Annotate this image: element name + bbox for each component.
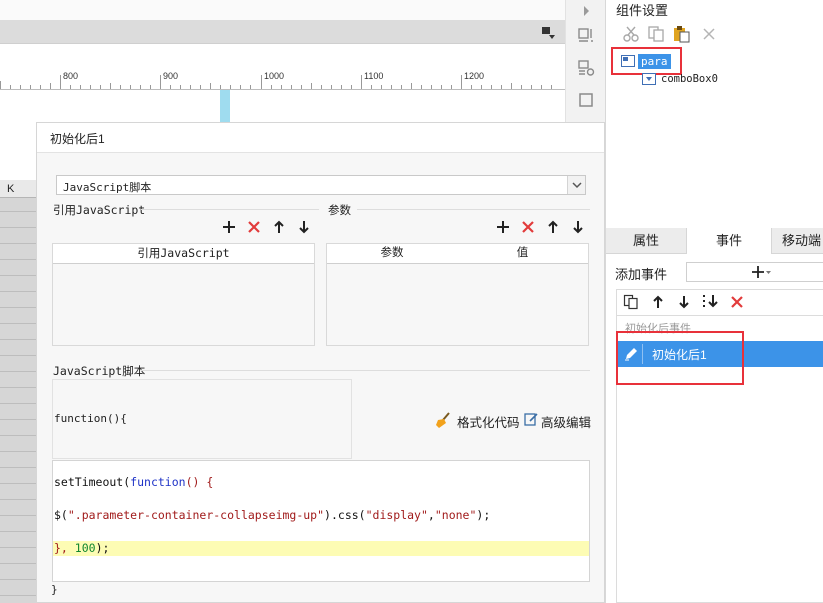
params-divider [357, 209, 590, 210]
plus-icon[interactable] [495, 219, 511, 235]
script-section-label: JavaScript脚本 [53, 364, 146, 378]
dialog-title: 初始化后1 [50, 132, 105, 146]
arrow-up-icon[interactable] [650, 294, 666, 310]
event-editor-dialog: 初始化后1 JavaScript脚本 引用JavaScript 引用JavaSc… [36, 122, 605, 603]
ref-js-divider [141, 209, 319, 210]
arrow-up-icon[interactable] [271, 219, 287, 235]
script-divider [141, 370, 590, 371]
format-code-button[interactable]: 格式化代码 [457, 412, 520, 431]
current-line-highlight [53, 541, 589, 556]
event-toolbar [616, 289, 823, 315]
script-type-select[interactable]: JavaScript脚本 [56, 175, 586, 195]
arrow-down-icon[interactable] [570, 219, 586, 235]
component-settings-panel: 组件设置 para comboBox0 属性 事件 移动端 添加事件 初始化后事… [605, 0, 823, 603]
move-to-bottom-icon[interactable] [702, 293, 720, 311]
designer-toolbar-strip [0, 20, 565, 44]
delete-icon[interactable] [729, 294, 745, 310]
ruler-label-1200: 1200 [464, 71, 485, 81]
ruler-label-1000: 1000 [264, 71, 285, 81]
value-column-header: 值 [457, 244, 588, 264]
tree-node-combobox[interactable]: comboBox0 [661, 73, 718, 85]
broom-icon[interactable] [435, 411, 453, 429]
plus-icon[interactable] [221, 219, 237, 235]
horizontal-ruler: 800 900 1000 1100 1200 [0, 70, 565, 90]
params-table: 参数 值 [326, 243, 589, 346]
copy-icon[interactable] [623, 294, 639, 310]
arrow-down-icon[interactable] [676, 294, 692, 310]
highlight-box-event [616, 331, 744, 385]
dropdown-menu-icon[interactable] [540, 24, 556, 40]
designer-top-area [0, 0, 565, 20]
report-grid-column [0, 180, 36, 603]
code-line-1: setTimeout(function() { [54, 475, 214, 489]
panel-title: 组件设置 [616, 3, 669, 18]
function-close: } [51, 583, 58, 596]
ref-js-label: 引用JavaScript [53, 203, 146, 217]
chevron-down-icon[interactable] [567, 176, 585, 194]
tab-properties[interactable]: 属性 [606, 228, 686, 254]
collapse-arrow-icon[interactable] [577, 2, 595, 20]
add-event-label: 添加事件 [615, 267, 668, 282]
arrow-up-icon[interactable] [545, 219, 561, 235]
layout-grid-icon[interactable] [577, 27, 595, 45]
widget-settings-icon[interactable] [577, 59, 595, 77]
function-signature: function(){ [54, 412, 127, 425]
frame-icon[interactable] [577, 91, 595, 109]
delete-icon[interactable] [520, 219, 536, 235]
tab-mobile[interactable]: 移动端 [782, 228, 823, 254]
ref-js-column-header: 引用JavaScript [53, 244, 314, 264]
delete-icon[interactable] [246, 219, 262, 235]
code-line-3: }, 100); [54, 541, 110, 555]
paste-icon[interactable] [672, 25, 690, 43]
plus-dropdown-icon [751, 264, 773, 280]
ruler-label-800: 800 [63, 71, 79, 81]
params-column-header: 参数 [327, 244, 458, 264]
advanced-edit-button[interactable]: 高级编辑 [541, 412, 591, 431]
add-event-select[interactable] [686, 262, 823, 282]
canvas-blank [0, 122, 36, 180]
ref-js-table: 引用JavaScript [52, 243, 315, 346]
edit-icon[interactable] [523, 411, 539, 427]
params-label: 参数 [328, 205, 351, 217]
ruler-label-1100: 1100 [364, 71, 384, 81]
code-line-2: $(".parameter-container-collapseimg-up")… [54, 508, 491, 522]
highlight-box-para [611, 47, 682, 75]
dialog-titlebar: 初始化后1 [37, 123, 604, 153]
copy-icon[interactable] [647, 25, 665, 43]
arrow-down-icon[interactable] [296, 219, 312, 235]
combobox-icon [642, 73, 656, 85]
vertical-tool-strip [565, 0, 605, 125]
grid-column-header[interactable]: K [0, 180, 36, 198]
panel-tabs: 属性 事件 移动端 [606, 228, 823, 254]
tab-events[interactable]: 事件 [686, 228, 772, 254]
cut-icon[interactable] [622, 25, 640, 43]
script-type-value: JavaScript脚本 [63, 181, 152, 194]
ruler-label-900: 900 [163, 71, 179, 81]
close-icon[interactable] [700, 25, 718, 43]
ruler-position-marker [220, 90, 230, 122]
code-editor[interactable]: setTimeout(function() { $(".parameter-co… [52, 460, 590, 582]
